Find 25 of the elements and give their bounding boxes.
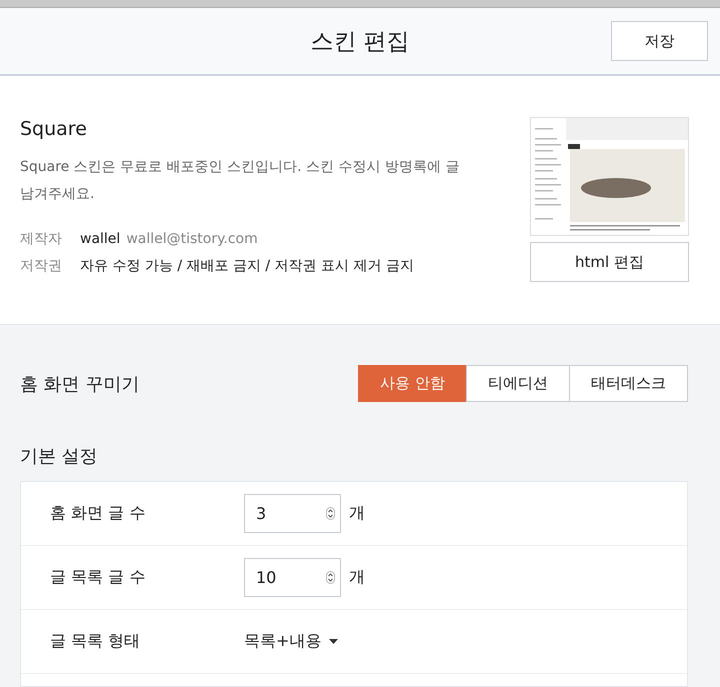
unit-label: 개 bbox=[349, 567, 365, 588]
setting-label: 홈 화면 글 수 bbox=[50, 503, 146, 524]
option-tab[interactable]: 태터데스크 bbox=[569, 365, 688, 402]
number-field[interactable]: 3 bbox=[244, 494, 341, 533]
html-edit-button[interactable]: html 편집 bbox=[530, 242, 689, 282]
section-title: 홈 화면 꾸미기 bbox=[20, 372, 140, 396]
section-title: 기본 설정 bbox=[20, 445, 99, 468]
stepper-icon[interactable] bbox=[326, 507, 335, 520]
setting-label: 글 목록 형태 bbox=[50, 631, 142, 652]
setting-label: 글 목록 글 수 bbox=[50, 567, 146, 588]
list-style-dropdown[interactable]: 목록+내용 bbox=[244, 631, 338, 652]
author-label: 제작자 bbox=[20, 230, 63, 248]
skin-description: Square 스킨은 무료로 배포중인 스킨입니다. 스킨 수정시 방명록에 글 남겨주세요. bbox=[20, 158, 460, 204]
option-tab[interactable]: 티에디션 bbox=[466, 365, 570, 402]
stepper-icon[interactable] bbox=[326, 571, 335, 584]
author-name: wallel bbox=[80, 231, 120, 247]
save-button[interactable]: 저장 bbox=[611, 21, 708, 61]
caret-icon bbox=[329, 639, 338, 644]
license-text: 자유 수정 가능 / 재배포 금지 / 저작권 표시 제거 금지 bbox=[80, 257, 415, 275]
license-label: 저작권 bbox=[20, 257, 63, 275]
number-field[interactable]: 10 bbox=[244, 558, 341, 597]
skin-name: Square bbox=[20, 118, 88, 140]
page-title: 스킨 편집 bbox=[310, 28, 410, 56]
unit-label: 개 bbox=[349, 503, 365, 524]
author-email: wallel@tistory.com bbox=[126, 231, 258, 247]
